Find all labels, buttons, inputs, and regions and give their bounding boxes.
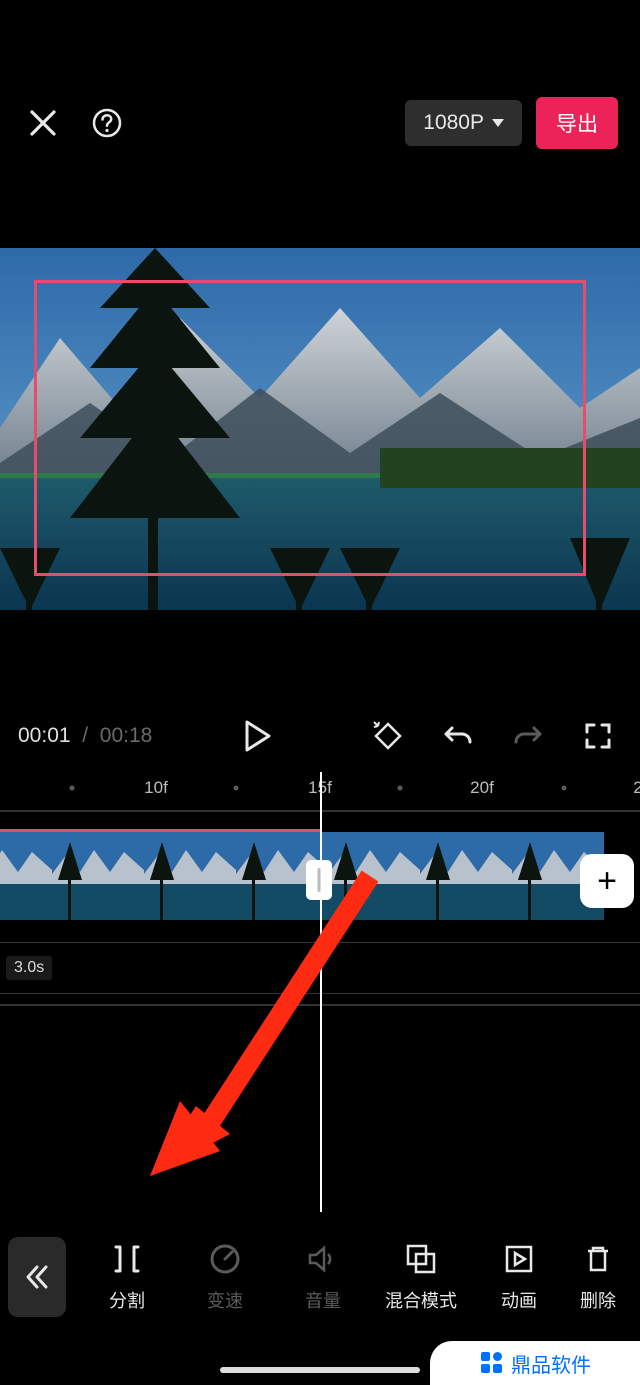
keyframe-button[interactable] <box>364 712 412 760</box>
split-icon <box>110 1242 144 1276</box>
toolbar-item-blend[interactable]: 混合模式 <box>372 1241 470 1313</box>
export-button[interactable]: 导出 <box>536 97 618 149</box>
add-clip-button[interactable]: + <box>580 854 634 908</box>
toolbar-item-speed[interactable]: 变速 <box>176 1241 274 1313</box>
toolbar-back-button[interactable] <box>8 1237 66 1317</box>
fullscreen-button[interactable] <box>574 712 622 760</box>
redo-icon <box>512 720 544 752</box>
current-time: 00:01 <box>18 724 71 747</box>
close-button[interactable] <box>22 102 64 144</box>
play-button[interactable] <box>234 712 282 760</box>
timecode: 00:01 / 00:18 <box>18 724 152 748</box>
redo-button[interactable] <box>504 712 552 760</box>
clip-thumbnail[interactable] <box>144 832 236 920</box>
toolbar-label: 混合模式 <box>385 1287 457 1313</box>
play-icon <box>244 720 272 752</box>
keyframe-icon <box>372 720 404 752</box>
ruler-mark: 10f <box>144 778 168 798</box>
chevron-down-icon <box>492 119 504 127</box>
watermark-icon <box>479 1350 505 1376</box>
undo-button[interactable] <box>434 712 482 760</box>
blend-icon <box>404 1242 438 1276</box>
export-label: 导出 <box>556 113 598 136</box>
anim-icon <box>502 1242 536 1276</box>
ruler-mark: 20f <box>470 778 494 798</box>
toolbar-item-anim[interactable]: 动画 <box>470 1241 568 1313</box>
watermark: 鼎品软件 <box>430 1341 640 1385</box>
toolbar-label: 分割 <box>109 1287 145 1313</box>
watermark-text: 鼎品软件 <box>511 1349 591 1378</box>
total-time: 00:18 <box>100 724 153 747</box>
toolbar-label: 删除 <box>580 1287 616 1313</box>
time-separator: / <box>76 724 94 747</box>
toolbar-item-split[interactable]: 分割 <box>78 1241 176 1313</box>
toolbar-item-volume[interactable]: 音量 <box>274 1241 372 1313</box>
help-icon <box>91 107 123 139</box>
toolbar-item-delete[interactable]: 删除 <box>568 1241 628 1313</box>
preview-image <box>0 248 640 610</box>
toolbar: 分割 变速 音量 混合模式 动画 删除 <box>0 1217 640 1337</box>
help-button[interactable] <box>86 102 128 144</box>
resolution-button[interactable]: 1080P <box>405 100 522 146</box>
undo-icon <box>442 720 474 752</box>
volume-icon <box>306 1242 340 1276</box>
playhead-handle[interactable] <box>306 860 332 900</box>
ruler-mark: 2 <box>633 778 640 798</box>
toolbar-label: 变速 <box>207 1287 243 1313</box>
clip-thumbnail[interactable] <box>0 832 52 920</box>
playhead-line <box>320 772 322 1212</box>
clip-thumbnail[interactable] <box>328 832 420 920</box>
clip-thumbnail[interactable] <box>52 832 144 920</box>
chevron-double-left-icon <box>23 1263 51 1291</box>
home-indicator <box>220 1367 420 1373</box>
delete-icon <box>581 1242 615 1276</box>
video-preview[interactable] <box>0 248 640 610</box>
speed-icon <box>208 1242 242 1276</box>
resolution-label: 1080P <box>423 111 484 135</box>
toolbar-label: 音量 <box>305 1287 341 1313</box>
fullscreen-icon <box>584 722 612 750</box>
close-icon <box>28 108 58 138</box>
clip-duration-badge: 3.0s <box>6 956 52 980</box>
clip-thumbnail[interactable] <box>420 832 512 920</box>
toolbar-label: 动画 <box>501 1287 537 1313</box>
plus-icon: + <box>597 862 617 901</box>
